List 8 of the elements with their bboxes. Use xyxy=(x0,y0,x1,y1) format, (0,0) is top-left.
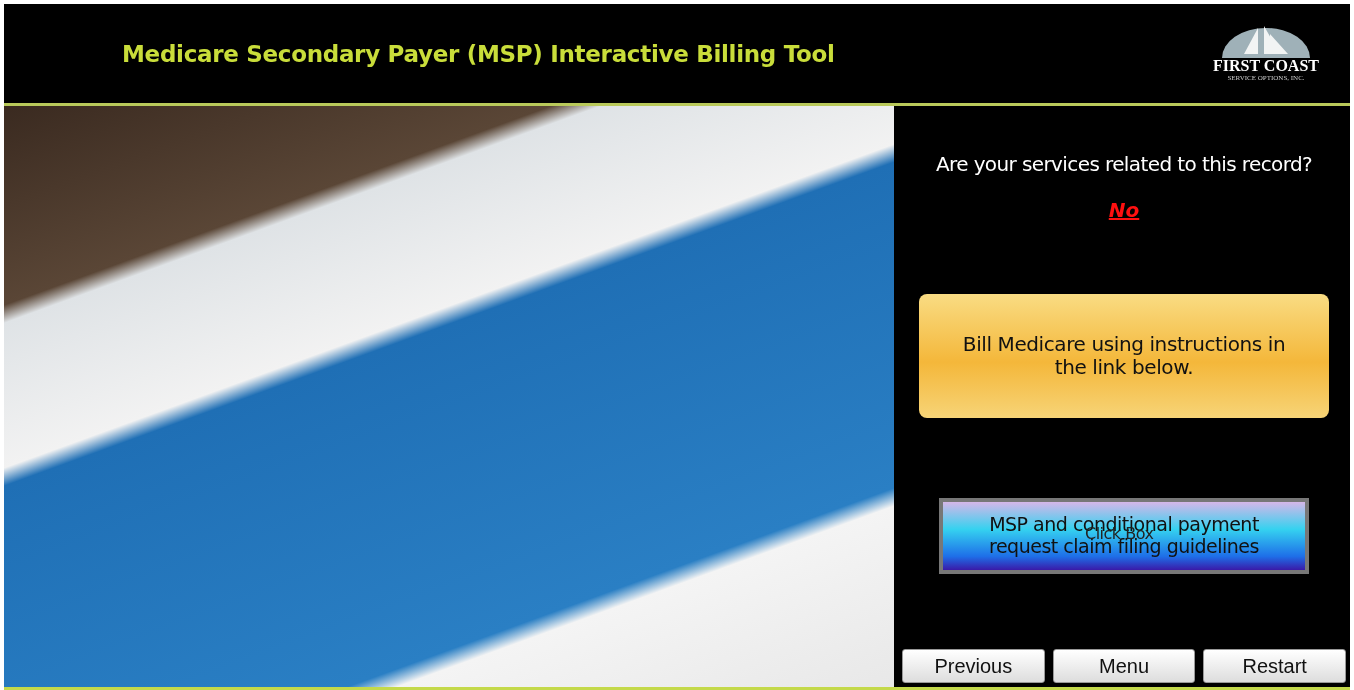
result-message: Bill Medicare using instructions in the link below. xyxy=(919,294,1329,418)
answer-text: No xyxy=(1108,198,1140,222)
nav-button[interactable]: Previous xyxy=(902,649,1045,683)
logo-name: FIRST COAST xyxy=(1213,58,1319,75)
question-text: Are your services related to this record? xyxy=(935,152,1313,176)
nav-button[interactable]: Restart xyxy=(1203,649,1346,683)
app-title: Medicare Secondary Payer (MSP) Interactive Billing Tool xyxy=(122,40,835,67)
nav-button[interactable]: Menu xyxy=(1052,649,1196,683)
